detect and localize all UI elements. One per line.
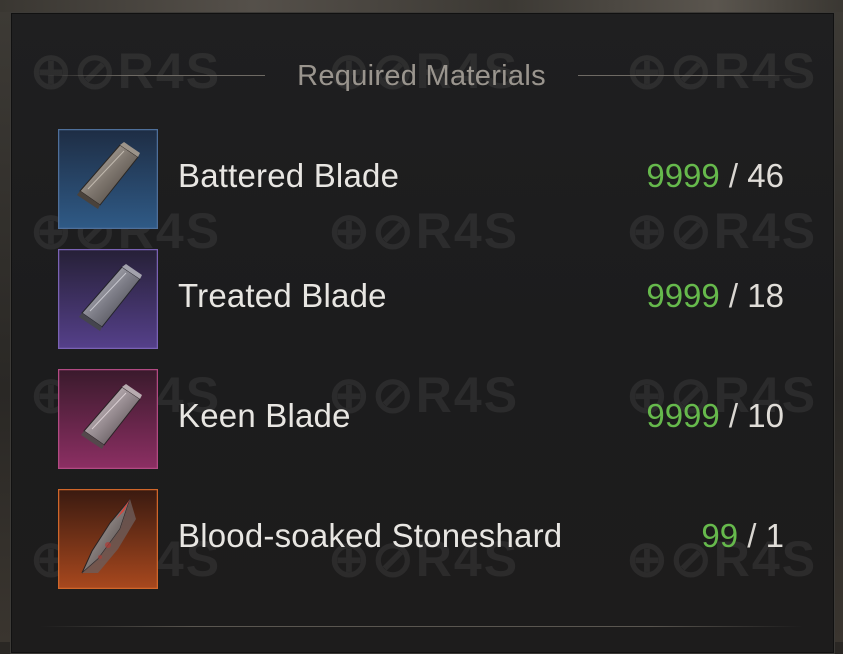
panel-header: Required Materials [0,58,843,94]
material-row[interactable]: Blood-soaked Stoneshard 99 / 1 [58,489,788,589]
material-row[interactable]: Battered Blade 9999 / 46 [58,129,788,229]
required-quantity: 10 [747,397,784,434]
material-name: Treated Blade [178,277,387,314]
owned-quantity: 9999 [646,277,720,314]
material-quantity: 9999 / 10 [646,397,784,435]
header-divider-right [578,75,803,76]
material-row[interactable]: Treated Blade 9999 / 18 [58,249,788,349]
material-quantity: 9999 / 18 [646,277,784,315]
material-slot[interactable] [58,249,158,349]
treated-blade-icon [58,249,158,349]
required-quantity: 18 [747,277,784,314]
material-name: Battered Blade [178,157,400,194]
owned-quantity: 9999 [646,157,720,194]
material-row[interactable]: Keen Blade 9999 / 10 [58,369,788,469]
bottom-divider [40,626,803,627]
material-slot[interactable] [58,369,158,469]
material-name: Blood-soaked Stoneshard [178,517,563,554]
material-slot[interactable] [58,489,158,589]
material-name: Keen Blade [178,397,351,434]
material-quantity: 9999 / 46 [646,157,784,195]
battered-blade-icon [58,129,158,229]
quantity-separator: / [738,517,766,554]
quantity-separator: / [719,277,748,314]
material-slot[interactable] [58,129,158,229]
material-quantity: 99 / 1 [701,517,784,555]
quantity-separator: / [719,397,748,434]
panel-title: Required Materials [297,60,546,92]
owned-quantity: 99 [701,517,739,554]
keen-blade-icon [58,369,158,469]
blood-soaked-stoneshard-icon [58,489,158,589]
quantity-separator: / [719,157,748,194]
required-quantity: 1 [765,517,784,554]
left-edge [0,12,10,642]
owned-quantity: 9999 [646,397,720,434]
required-quantity: 46 [747,157,784,194]
